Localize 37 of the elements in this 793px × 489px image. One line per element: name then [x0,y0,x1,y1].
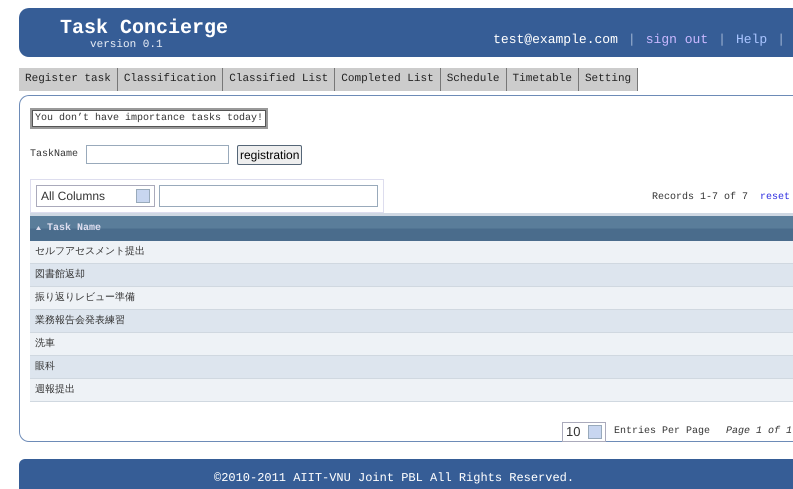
field-label: TaskName [30,148,78,162]
help-link[interactable]: Help [736,30,768,57]
table-cell: 週報提出 [30,378,793,402]
separator: | [777,31,785,49]
user-email: test@example.com [493,31,618,49]
records-count: Records 1-7 of 7 [652,190,748,204]
separator: | [628,31,636,49]
registration-button[interactable]: registration [237,144,302,164]
nav-tab[interactable]: Register task [19,68,118,90]
nav-tab[interactable]: Timetable [506,68,579,90]
app-title: Task Concierge [60,16,228,39]
dropdown-icon [588,424,602,438]
footer-bar: ©2010-2011 AIIT-VNU Joint PBL All Rights Reserved. [19,458,793,489]
table-cell: 図書館返却 [30,264,793,286]
table-cell: 振り返りレビュー準備 [30,286,793,310]
column-select[interactable]: All Columns [36,184,155,206]
table-cell: 眼科 [30,356,793,378]
table-cell: セルフアセスメント提出 [30,240,793,264]
reset-link[interactable]: reset [760,190,793,204]
separator: | [718,31,726,49]
task-name-field[interactable] [86,145,230,164]
per-page-label: Entries Per Page [614,424,710,439]
page-indicator: Page 1 of 1 [726,424,793,439]
nav-tab[interactable]: Completed List [335,68,441,90]
table-cell: 洗車 [30,332,793,356]
sign-out-link[interactable]: sign out [646,30,708,57]
nav-tab[interactable]: Classification [118,68,224,90]
nav-tab[interactable]: Classified List [223,68,336,90]
per-page-select[interactable]: 10 [562,422,606,442]
dropdown-icon [136,188,150,202]
notice-message: You don’t have importance tasks today! [30,108,268,128]
table-cell: 業務報告会発表練習 [30,310,793,332]
sort-icon [36,226,41,230]
filter-field[interactable] [158,184,378,206]
nav-tab[interactable]: Schedule [440,68,507,90]
nav-tab[interactable]: Setting [578,68,638,90]
version-label: version 0.1 [89,39,164,52]
